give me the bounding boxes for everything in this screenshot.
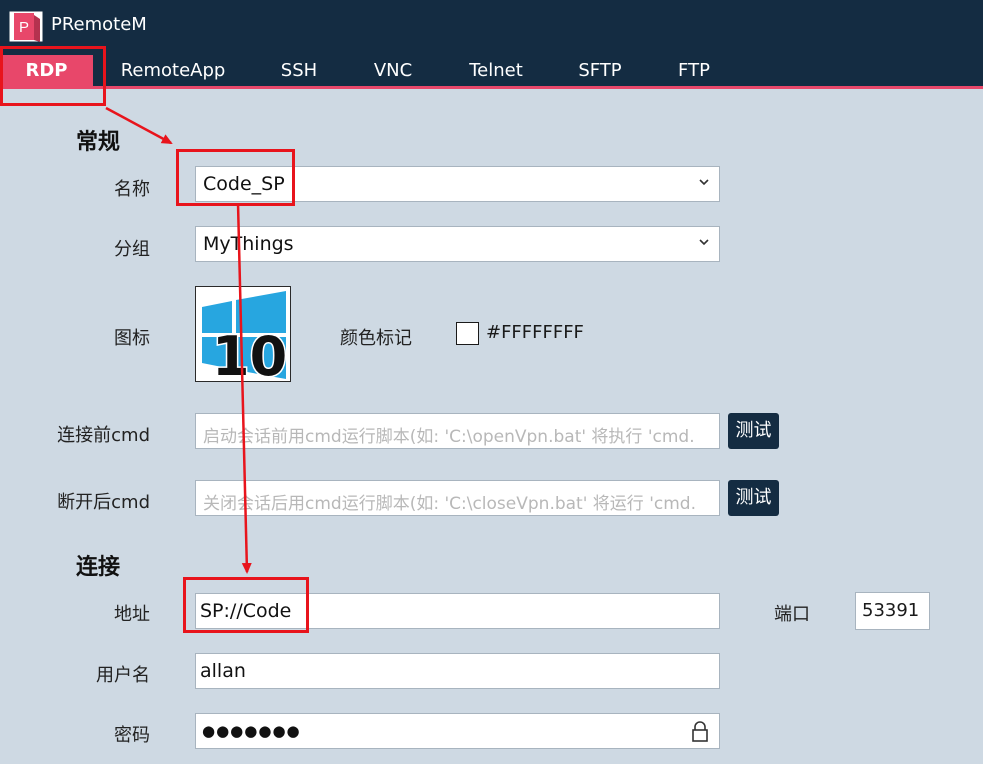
icon-label: 图标	[114, 328, 150, 349]
windows-10-icon: 10	[202, 291, 289, 382]
server-icon-picker[interactable]: 10	[195, 286, 291, 382]
tab-remoteapp[interactable]: RemoteApp	[111, 55, 235, 87]
pre-cmd-label: 连接前cmd	[57, 425, 150, 446]
tab-ftp[interactable]: FTP	[668, 55, 720, 87]
chevron-down-icon[interactable]	[697, 175, 711, 189]
username-input[interactable]: allan	[195, 653, 720, 689]
port-label: 端口	[774, 604, 810, 625]
chevron-down-icon[interactable]	[697, 235, 711, 249]
username-label: 用户名	[96, 665, 150, 686]
tab-vnc[interactable]: VNC	[362, 55, 424, 87]
password-label: 密码	[114, 725, 150, 746]
title-bar	[0, 0, 983, 52]
name-label: 名称	[114, 179, 150, 200]
password-value: ●●●●●●●	[202, 722, 301, 740]
name-value: Code_SP	[203, 173, 285, 195]
name-combobox[interactable]: Code_SP	[195, 166, 720, 202]
section-title-general: 常规	[76, 130, 121, 155]
tab-sftp[interactable]: SFTP	[568, 55, 632, 87]
post-cmd-placeholder: 关闭会话后用cmd运行脚本(如: 'C:\closeVpn.bat' 将运行 '…	[203, 494, 696, 514]
color-value: #FFFFFFFF	[486, 322, 584, 343]
port-value: 53391	[862, 600, 920, 621]
post-cmd-label: 断开后cmd	[57, 492, 150, 513]
tab-ssh[interactable]: SSH	[268, 55, 330, 87]
address-label: 地址	[114, 604, 150, 625]
icon-badge: 10	[212, 325, 287, 382]
pre-cmd-input[interactable]: 启动会话前用cmd运行脚本(如: 'C:\openVpn.bat' 将执行 'c…	[195, 413, 720, 449]
color-swatch[interactable]	[456, 322, 479, 345]
address-value: SP://Code	[200, 600, 292, 622]
post-cmd-test-button[interactable]: 测试	[728, 480, 779, 516]
annotation-arrows	[105, 106, 252, 574]
group-combobox[interactable]: MyThings	[195, 226, 720, 262]
group-value: MyThings	[203, 233, 294, 255]
lock-icon[interactable]	[691, 721, 709, 743]
password-input[interactable]: ●●●●●●●	[195, 713, 720, 749]
post-cmd-input[interactable]: 关闭会话后用cmd运行脚本(如: 'C:\closeVpn.bat' 将运行 '…	[195, 480, 720, 516]
tab-rdp[interactable]: RDP	[0, 55, 93, 87]
group-label: 分组	[114, 239, 150, 260]
pre-cmd-test-button[interactable]: 测试	[728, 413, 779, 449]
color-label: 颜色标记	[340, 328, 412, 349]
pre-cmd-placeholder: 启动会话前用cmd运行脚本(如: 'C:\openVpn.bat' 将执行 'c…	[203, 427, 695, 447]
tab-telnet[interactable]: Telnet	[458, 55, 534, 87]
app-title: PRemoteM	[51, 14, 147, 35]
tab-underline	[0, 86, 983, 89]
username-value: allan	[200, 660, 246, 682]
app-logo-icon: P	[8, 10, 44, 43]
address-input[interactable]: SP://Code	[195, 593, 720, 629]
app-logo-letter: P	[19, 19, 29, 36]
section-title-connection: 连接	[76, 555, 121, 580]
port-input[interactable]: 53391	[855, 592, 930, 630]
